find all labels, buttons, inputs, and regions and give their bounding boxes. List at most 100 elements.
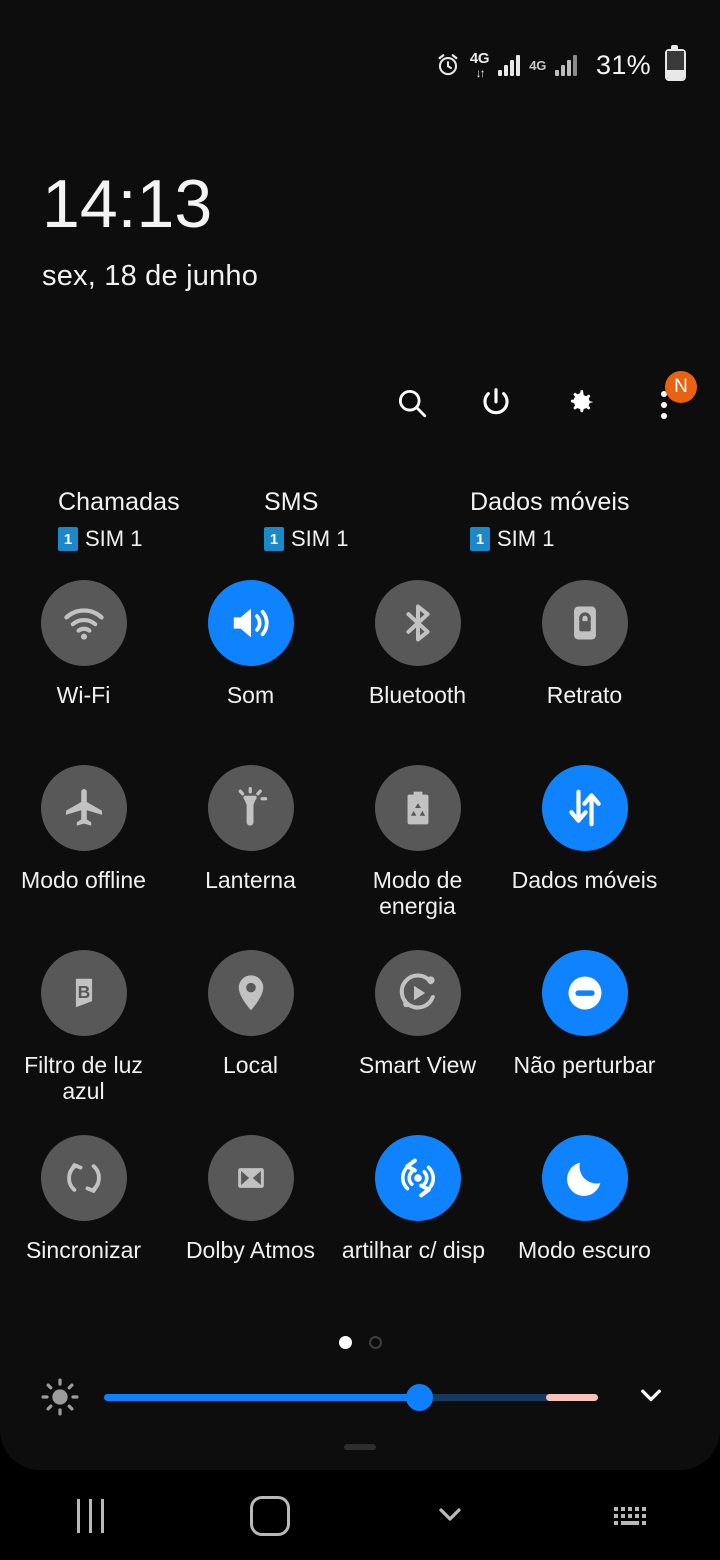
tile-circle [207, 1135, 294, 1221]
tile-airplane-mode[interactable]: Modo offline [0, 765, 167, 950]
tile-circle [40, 580, 127, 666]
blue-light-filter-icon: B [62, 971, 106, 1015]
power-button[interactable] [476, 385, 516, 425]
page-dot-1[interactable] [338, 1336, 352, 1349]
rotation-lock-icon [562, 600, 608, 646]
tile-row-1: Wi-Fi Som Bluetooth Retrato [0, 580, 720, 765]
signal-bars-icon-2 [555, 54, 578, 76]
home-icon [250, 1496, 290, 1536]
sim-name: SIM 1 [291, 526, 349, 551]
tile-smart-view[interactable]: Smart View [334, 950, 501, 1135]
power-icon [479, 386, 513, 425]
panel-drag-handle[interactable] [344, 1444, 376, 1450]
recents-button[interactable] [0, 1472, 180, 1560]
tile-circle [207, 950, 294, 1036]
home-button[interactable] [180, 1472, 360, 1560]
tile-dark-mode[interactable]: Modo escuro [501, 1135, 668, 1320]
tile-do-not-disturb[interactable]: Não perturbar [501, 950, 668, 1135]
quick-settings-tile-grid: Wi-Fi Som Bluetooth Retrato Modo offline… [0, 580, 720, 1320]
navigation-bar [0, 1472, 720, 1560]
clock-block[interactable]: 14:13 sex, 18 de junho [42, 170, 258, 293]
search-icon [395, 386, 429, 425]
tile-label: Não perturbar [513, 1052, 656, 1078]
brightness-warm-segment [546, 1394, 598, 1401]
tile-label: Dados móveis [511, 867, 658, 893]
tile-label: artilhar c/ disp [341, 1237, 486, 1263]
tile-dolby-atmos[interactable]: Dolby Atmos [167, 1135, 334, 1320]
tile-label: Lanterna [205, 867, 296, 893]
tile-sync[interactable]: Sincronizar [0, 1135, 167, 1320]
sim-item-mobile-data[interactable]: Dados móveis 1 SIM 1 [470, 488, 676, 552]
sim-item-sms[interactable]: SMS 1 SIM 1 [264, 488, 470, 552]
tile-circle [207, 580, 294, 666]
chevron-down-icon [633, 1377, 669, 1418]
tile-circle [40, 1135, 127, 1221]
smart-view-icon [394, 969, 442, 1017]
volume-speaker-icon [227, 599, 275, 647]
sim-selector-row: Chamadas 1 SIM 1 SMS 1 SIM 1 Dados móvei… [58, 488, 678, 552]
share-to-device-icon [394, 1154, 442, 1202]
signal-bars-icon-1 [498, 54, 521, 76]
brightness-fill [104, 1394, 421, 1401]
svg-text:B: B [77, 982, 90, 1002]
brightness-track [104, 1394, 598, 1401]
bluetooth-icon [395, 600, 441, 646]
tile-label: Modo de energia [372, 867, 463, 919]
tile-label: Local [223, 1052, 278, 1078]
tile-label: Sincronizar [25, 1237, 142, 1263]
tile-rotation-lock[interactable]: Retrato [501, 580, 668, 765]
tile-share-to-device[interactable]: artilhar c/ disp [334, 1135, 501, 1320]
data-arrows-icon: ↓↑ [475, 66, 486, 80]
tile-circle [374, 1135, 461, 1221]
tile-power-mode[interactable]: Modo de energia [334, 765, 501, 950]
network-type-1: 4G ↓↑ [469, 50, 490, 80]
tile-label: Filtro de luz azul [24, 1052, 143, 1104]
network-type-2: 4G [529, 57, 547, 73]
settings-button[interactable] [560, 385, 600, 425]
tile-location[interactable]: Local [167, 950, 334, 1135]
tile-label: Modo escuro [518, 1237, 651, 1263]
sim-badge: 1 [58, 527, 78, 551]
brightness-expand-button[interactable] [628, 1374, 674, 1420]
more-options-button[interactable]: N [644, 371, 697, 425]
tile-sound[interactable]: Som [167, 580, 334, 765]
menu-notification-badge: N [665, 371, 697, 403]
tile-bluetooth[interactable]: Bluetooth [334, 580, 501, 765]
tile-circle [541, 580, 628, 666]
tile-row-2: Modo offline Lanterna Modo de energia Da… [0, 765, 720, 950]
airplane-icon [60, 784, 108, 832]
sim-item-title: Chamadas [58, 488, 180, 516]
sim-item-title: SMS [264, 488, 319, 516]
sim-name: SIM 1 [497, 526, 555, 551]
tile-blue-light-filter[interactable]: B Filtro de luz azul [0, 950, 167, 1135]
tile-circle [374, 950, 461, 1036]
sync-icon [61, 1155, 107, 1201]
recents-icon [76, 1499, 104, 1533]
alarm-clock-icon [435, 52, 461, 78]
gear-icon [563, 386, 597, 425]
battery-icon [665, 45, 686, 81]
tile-label: Som [226, 682, 275, 708]
sim-badge: 1 [264, 527, 284, 551]
keyboard-button[interactable] [540, 1472, 720, 1560]
sim-item-calls[interactable]: Chamadas 1 SIM 1 [58, 488, 264, 552]
tile-mobile-data[interactable]: Dados móveis [501, 765, 668, 950]
tile-label: Smart View [358, 1052, 477, 1078]
tile-wifi[interactable]: Wi-Fi [0, 580, 167, 765]
keyboard-icon [614, 1507, 646, 1525]
brightness-slider[interactable] [104, 1382, 598, 1412]
power-saving-battery-icon [396, 786, 440, 830]
search-button[interactable] [392, 385, 432, 425]
kebab-menu-icon [661, 391, 667, 419]
tile-flashlight[interactable]: Lanterna [167, 765, 334, 950]
page-dot-2[interactable] [368, 1336, 382, 1349]
tile-circle [207, 765, 294, 851]
tile-label: Bluetooth [368, 682, 467, 708]
brightness-thumb[interactable] [406, 1384, 433, 1411]
tile-row-3: B Filtro de luz azul Local Smart View Nã… [0, 950, 720, 1135]
tile-label: Wi-Fi [56, 682, 111, 708]
tile-label: Dolby Atmos [185, 1237, 316, 1263]
back-button[interactable] [360, 1472, 540, 1560]
page-indicator [0, 1336, 720, 1349]
tile-circle [374, 580, 461, 666]
